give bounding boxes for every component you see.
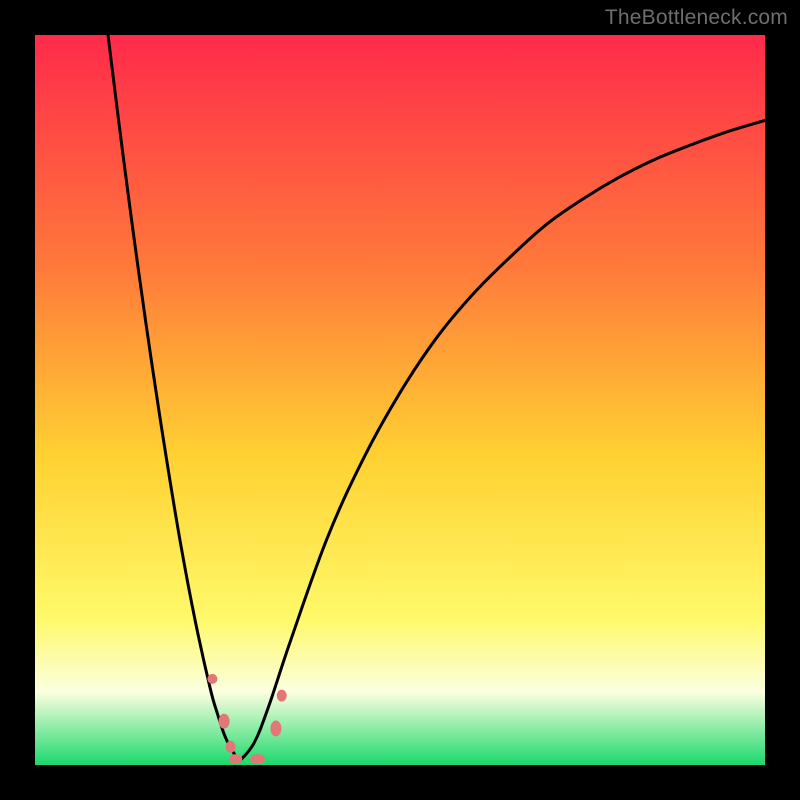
data-marker [229, 754, 242, 764]
chart-svg [35, 35, 765, 765]
data-marker [270, 721, 281, 737]
gradient-background [35, 35, 765, 765]
watermark-text: TheBottleneck.com [605, 6, 788, 30]
data-marker [277, 690, 287, 702]
data-marker [207, 674, 217, 684]
chart-frame [35, 35, 765, 765]
data-marker [219, 714, 230, 729]
data-marker [226, 741, 236, 753]
data-marker [250, 754, 265, 764]
